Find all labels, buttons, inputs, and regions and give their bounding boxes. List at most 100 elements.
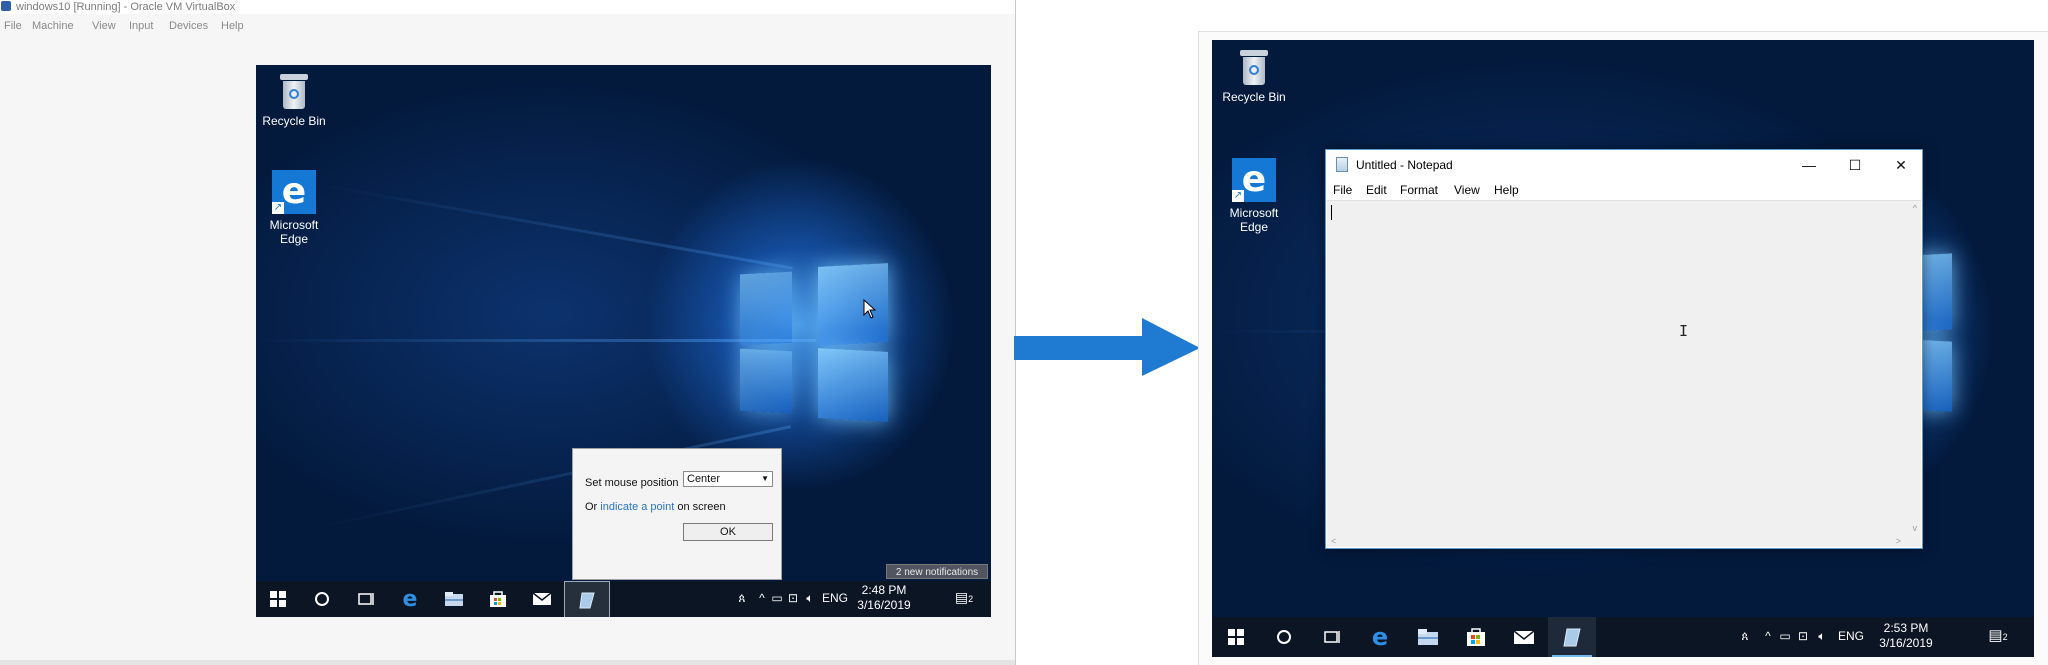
notepad-window: Untitled - Notepad — ☐ ✕ File Edit Forma… xyxy=(1325,149,1923,549)
indicate-suffix: on screen xyxy=(674,501,726,513)
taskbar-edge[interactable]: e xyxy=(388,581,432,617)
cortana-circle-icon xyxy=(1277,630,1291,644)
taskbar-mail[interactable] xyxy=(1500,617,1548,657)
mouse-position-select[interactable]: Center ▼ xyxy=(683,471,773,487)
menu-file[interactable]: File xyxy=(1333,183,1352,197)
taskbar: e ጰ ^ ▭ ⊡ 🔈︎ ENG 2:48 PM 3/16/2019 ▤2 xyxy=(256,581,991,617)
task-view-button[interactable] xyxy=(1308,617,1356,657)
taskbar-file-explorer[interactable] xyxy=(432,581,476,617)
clock[interactable]: 2:53 PM 3/16/2019 xyxy=(1878,621,1934,651)
active-app-indicator xyxy=(1552,655,1592,657)
close-button[interactable]: ✕ xyxy=(1878,150,1924,180)
action-center-button[interactable]: ▤2 xyxy=(953,590,975,607)
desktop-icon-label: Microsoft Edge xyxy=(1229,206,1279,234)
desktop-icon-label: Microsoft Edge xyxy=(269,218,319,246)
scroll-up-icon[interactable]: ^ xyxy=(1913,203,1917,213)
cortana-button[interactable] xyxy=(1260,617,1308,657)
task-view-icon xyxy=(1324,631,1340,643)
task-view-icon xyxy=(358,593,374,605)
notification-count: 2 xyxy=(968,594,974,604)
clock-time: 2:53 PM xyxy=(1883,621,1929,635)
language-indicator[interactable]: ENG xyxy=(1836,629,1866,644)
maximize-button[interactable]: ☐ xyxy=(1832,150,1878,180)
notepad-title: Untitled - Notepad xyxy=(1356,158,1453,172)
network-icon[interactable]: ⊡ xyxy=(786,591,800,606)
notepad-title-bar[interactable]: Untitled - Notepad — ☐ ✕ xyxy=(1326,150,1922,180)
edge-icon: e ↗ xyxy=(272,170,316,214)
battery-icon[interactable]: ▭ xyxy=(1778,629,1792,644)
virtualbox-window: windows10 [Running] - Oracle VM VirtualB… xyxy=(0,0,1016,665)
tray-expand-chevron-icon[interactable]: ^ xyxy=(1762,629,1774,644)
guest-desktop-right[interactable]: Recycle Bin e ↗ Microsoft Edge Untitled -… xyxy=(1212,40,2034,657)
menu-help[interactable]: Help xyxy=(1494,183,1519,197)
set-mouse-position-dialog: Set mouse position Center ▼ Or indicate … xyxy=(572,448,782,580)
vbox-menu-help[interactable]: Help xyxy=(221,20,244,32)
taskbar-store[interactable] xyxy=(476,581,520,617)
mouse-position-value: Center xyxy=(687,473,721,485)
taskbar-edge[interactable]: e xyxy=(1356,617,1404,657)
people-icon[interactable]: ጰ xyxy=(734,591,750,606)
vbox-menu-devices[interactable]: Devices xyxy=(169,20,208,32)
desktop-icon-recycle-bin[interactable]: Recycle Bin xyxy=(1216,50,1292,104)
clock-time: 2:48 PM xyxy=(861,583,907,597)
menu-view[interactable]: View xyxy=(1454,183,1480,197)
indicate-point-link[interactable]: indicate a point xyxy=(600,501,674,513)
notepad-text-area[interactable]: I ^ v < > xyxy=(1327,200,1921,547)
desktop-icon-edge[interactable]: e ↗ Microsoft Edge xyxy=(256,170,332,246)
notepad-icon xyxy=(1563,628,1581,647)
action-center-icon: ▤ xyxy=(954,589,969,605)
scroll-right-icon[interactable]: > xyxy=(1896,536,1901,546)
mouse-position-label: Set mouse position xyxy=(585,477,679,489)
menu-edit[interactable]: Edit xyxy=(1366,183,1387,197)
language-indicator[interactable]: ENG xyxy=(820,591,850,606)
taskbar: e ጰ ^ ▭ ⊡ 🔈︎ ENG 2:53 PM 3/16/2019 ▤2 xyxy=(1212,617,2034,657)
recycle-bin-icon xyxy=(1239,50,1269,86)
indicate-prefix: Or xyxy=(585,501,601,513)
chevron-down-icon: ▼ xyxy=(761,474,769,483)
volume-icon[interactable]: 🔈︎ xyxy=(1814,629,1830,644)
text-caret xyxy=(1331,205,1332,220)
minimize-button[interactable]: — xyxy=(1786,150,1832,180)
recycle-bin-icon xyxy=(279,74,309,110)
cortana-button[interactable] xyxy=(300,581,344,617)
action-center-icon: ▤ xyxy=(1988,627,2003,644)
taskbar-notepad-active[interactable] xyxy=(1548,617,1596,657)
vbox-menu-file[interactable]: File xyxy=(4,20,22,32)
menu-format[interactable]: Format xyxy=(1400,183,1438,197)
start-button[interactable] xyxy=(256,581,300,617)
notification-count: 2 xyxy=(2002,632,2008,642)
windows-start-icon xyxy=(1228,629,1244,645)
ibeam-cursor-icon: I xyxy=(1679,322,1689,340)
taskbar-store[interactable] xyxy=(1452,617,1500,657)
taskbar-mail[interactable] xyxy=(520,581,564,617)
scroll-left-icon[interactable]: < xyxy=(1331,536,1336,546)
taskbar-notepad-pinned[interactable] xyxy=(564,581,610,617)
mail-icon xyxy=(1513,629,1535,644)
windows-start-icon xyxy=(270,591,286,607)
desktop-icon-label: Recycle Bin xyxy=(1222,90,1286,104)
battery-icon[interactable]: ▭ xyxy=(770,591,784,606)
indicate-point-line: Or indicate a point on screen xyxy=(585,501,726,513)
scroll-down-icon[interactable]: v xyxy=(1913,523,1918,533)
notification-badge[interactable]: 2 new notifications xyxy=(886,564,988,579)
notepad-icon xyxy=(579,592,595,609)
taskbar-file-explorer[interactable] xyxy=(1404,617,1452,657)
start-button[interactable] xyxy=(1212,617,1260,657)
notepad-icon xyxy=(1336,157,1348,172)
task-view-button[interactable] xyxy=(344,581,388,617)
people-icon[interactable]: ጰ xyxy=(1737,629,1753,644)
edge-icon: e xyxy=(1371,623,1389,651)
vbox-menu-input[interactable]: Input xyxy=(129,20,153,32)
network-icon[interactable]: ⊡ xyxy=(1796,629,1810,644)
tray-expand-chevron-icon[interactable]: ^ xyxy=(756,591,768,606)
desktop-icon-label: Recycle Bin xyxy=(262,114,326,128)
action-center-button[interactable]: ▤2 xyxy=(1986,628,2010,645)
vbox-menu-machine[interactable]: Machine xyxy=(32,20,74,32)
desktop-icon-edge[interactable]: e ↗ Microsoft Edge xyxy=(1216,158,1292,234)
desktop-icon-recycle-bin[interactable]: Recycle Bin xyxy=(256,74,332,128)
ok-button[interactable]: OK xyxy=(683,523,773,541)
clock[interactable]: 2:48 PM 3/16/2019 xyxy=(856,583,912,613)
file-explorer-icon xyxy=(1418,629,1438,645)
volume-icon[interactable]: 🔈︎ xyxy=(802,591,818,606)
vbox-menu-view[interactable]: View xyxy=(92,20,116,32)
